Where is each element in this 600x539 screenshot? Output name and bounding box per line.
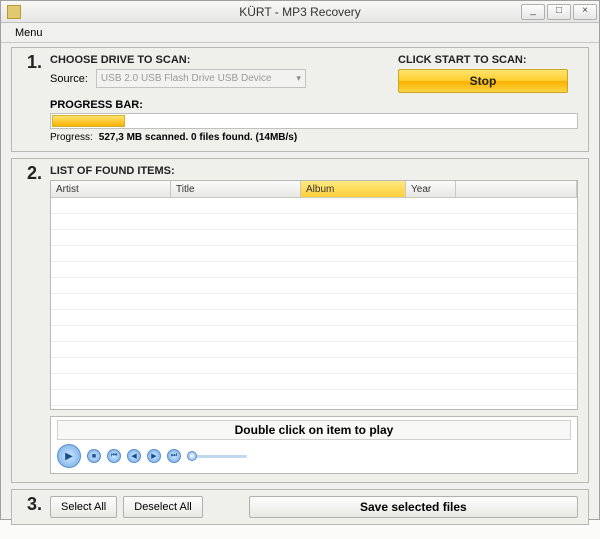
deselect-all-button[interactable]: Deselect All: [123, 496, 202, 518]
minimize-button[interactable]: _: [521, 4, 545, 20]
col-year[interactable]: Year: [406, 181, 456, 197]
col-album[interactable]: Album: [301, 181, 406, 197]
source-dropdown[interactable]: USB 2.0 USB Flash Drive USB Device ▾: [96, 69, 306, 88]
grid-body[interactable]: [51, 198, 577, 410]
window-controls: _ □ ×: [521, 4, 599, 20]
table-row[interactable]: [51, 198, 577, 214]
panel-step1: 1. CHOOSE DRIVE TO SCAN: Source: USB 2.0…: [11, 47, 589, 152]
source-value: USB 2.0 USB Flash Drive USB Device: [101, 73, 272, 84]
table-row[interactable]: [51, 294, 577, 310]
choose-drive-label: CHOOSE DRIVE TO SCAN:: [50, 54, 388, 66]
play-icon[interactable]: ▶: [57, 444, 81, 468]
player-hint: Double click on item to play: [57, 420, 571, 440]
table-row[interactable]: [51, 246, 577, 262]
table-row[interactable]: [51, 390, 577, 406]
app-icon: [7, 5, 21, 19]
table-row[interactable]: [51, 374, 577, 390]
chevron-down-icon: ▾: [296, 73, 301, 84]
results-grid[interactable]: Artist Title Album Year: [50, 180, 578, 410]
grid-header: Artist Title Album Year: [51, 181, 577, 198]
content-area: 1. CHOOSE DRIVE TO SCAN: Source: USB 2.0…: [1, 43, 599, 539]
table-row[interactable]: [51, 358, 577, 374]
player-controls: ▶ ■ ⏮ ◀ ▶ ⏭: [57, 444, 571, 468]
table-row[interactable]: [51, 230, 577, 246]
close-button[interactable]: ×: [573, 4, 597, 20]
table-row[interactable]: [51, 214, 577, 230]
progress-text: Progress: 527,3 MB scanned. 0 files foun…: [50, 132, 578, 143]
menubar: Menu: [1, 23, 599, 43]
table-row[interactable]: [51, 262, 577, 278]
seek-bar[interactable]: [187, 455, 247, 458]
progress-status: 527,3 MB scanned. 0 files found. (14MB/s…: [99, 132, 297, 143]
progress-prefix: Progress:: [50, 132, 96, 143]
found-items-label: LIST OF FOUND ITEMS:: [50, 165, 578, 177]
table-row[interactable]: [51, 310, 577, 326]
select-all-button[interactable]: Select All: [50, 496, 117, 518]
window-title: KÜRT - MP3 Recovery: [1, 5, 599, 19]
menu-item[interactable]: Menu: [9, 25, 49, 41]
stop-icon[interactable]: ■: [87, 449, 101, 463]
rewind-icon[interactable]: ◀: [127, 449, 141, 463]
table-row[interactable]: [51, 278, 577, 294]
col-blank: [456, 181, 577, 197]
table-row[interactable]: [51, 342, 577, 358]
step2-number: 2.: [12, 163, 42, 184]
col-title[interactable]: Title: [171, 181, 301, 197]
progress-bar: [50, 113, 578, 129]
maximize-button[interactable]: □: [547, 4, 571, 20]
forward-icon[interactable]: ▶: [147, 449, 161, 463]
prev-icon[interactable]: ⏮: [107, 449, 121, 463]
table-row[interactable]: [51, 326, 577, 342]
start-scan-label: CLICK START TO SCAN:: [398, 54, 578, 66]
scan-button[interactable]: Stop: [398, 69, 568, 93]
seek-knob[interactable]: [187, 451, 197, 461]
next-icon[interactable]: ⏭: [167, 449, 181, 463]
step1-number: 1.: [12, 52, 42, 73]
progress-fill: [52, 115, 125, 127]
progress-bar-label: PROGRESS BAR:: [50, 99, 578, 111]
step3-number: 3.: [12, 494, 42, 515]
col-artist[interactable]: Artist: [51, 181, 171, 197]
panel-step2: 2. LIST OF FOUND ITEMS: Artist Title Alb…: [11, 158, 589, 483]
source-label: Source:: [50, 73, 88, 85]
save-button[interactable]: Save selected files: [249, 496, 578, 518]
app-window: KÜRT - MP3 Recovery _ □ × Menu 1. CHOOSE…: [0, 0, 600, 520]
table-row[interactable]: [51, 406, 577, 410]
player-box: Double click on item to play ▶ ■ ⏮ ◀ ▶ ⏭: [50, 416, 578, 474]
titlebar[interactable]: KÜRT - MP3 Recovery _ □ ×: [1, 1, 599, 23]
